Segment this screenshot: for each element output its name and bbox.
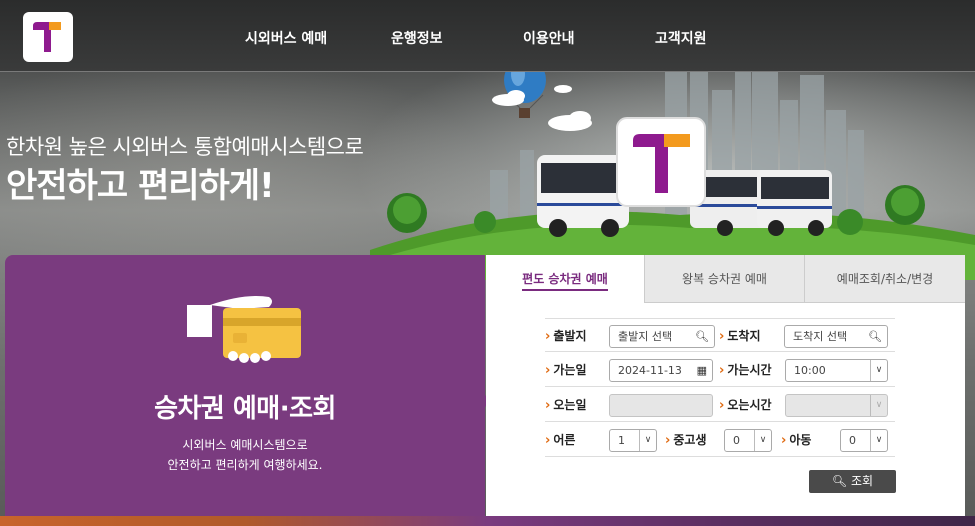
card-title: 승차권 예매·조회 <box>154 394 336 424</box>
logo-icon <box>33 22 61 52</box>
child-label: 아동 <box>781 423 811 457</box>
card-desc-line1: 시외버스 예매시스템으로 <box>182 438 308 452</box>
go-date-label: 가는일 <box>545 353 586 387</box>
return-date-label: 오는일 <box>545 388 586 422</box>
return-time-select[interactable]: ∨ <box>785 394 888 417</box>
arrival-select[interactable]: 도착지 선택 🔍︎ <box>784 325 888 348</box>
search-button-label: 조회 <box>850 474 874 488</box>
form-row-return: 오는일 오는시간 ∨ <box>545 388 895 422</box>
youth-count-value: 0 <box>733 434 740 447</box>
tab-round-trip[interactable]: 왕복 승차권 예매 <box>644 255 804 303</box>
hand-card-icon <box>187 296 301 363</box>
search-button[interactable]: 🔍︎ 조회 <box>809 470 896 493</box>
tab-one-way[interactable]: 편도 승차권 예매 <box>486 255 644 303</box>
form-row-passengers: 어른 1 ∨ 중고생 0 ∨ 아동 0 ∨ <box>545 423 895 457</box>
tab-lookup-cancel[interactable]: 예매조회/취소/변경 <box>804 255 965 303</box>
departure-value: 출발지 선택 <box>618 330 673 343</box>
tmoney-logo[interactable] <box>23 12 73 62</box>
adult-count-select[interactable]: 1 ∨ <box>609 429 657 452</box>
hero-subtitle: 한차원 높은 시외버스 통합예매시스템으로 <box>6 135 364 159</box>
form-row-go: 가는일 2024-11-13 ▦ 가는시간 10:00 ∨ <box>545 353 895 387</box>
return-time-label: 오는시간 <box>719 388 771 422</box>
go-time-value: 10:00 <box>794 364 826 377</box>
departure-label: 출발지 <box>545 319 586 353</box>
adult-count-value: 1 <box>618 434 625 447</box>
chevron-down-icon: ∨ <box>870 430 887 451</box>
chevron-down-icon: ∨ <box>870 395 887 416</box>
go-time-select[interactable]: 10:00 ∨ <box>785 359 888 382</box>
child-count-select[interactable]: 0 ∨ <box>840 429 888 452</box>
chevron-down-icon: ∨ <box>639 430 656 451</box>
search-icon: 🔍︎ <box>831 474 848 488</box>
nav-item-operation-info[interactable]: 운행정보 <box>391 28 443 48</box>
bottom-color-strip <box>0 516 975 526</box>
adult-label: 어른 <box>545 423 575 457</box>
hero-title: 안전하고 편리하게! <box>6 166 275 206</box>
go-date-value: 2024-11-13 <box>618 364 682 377</box>
booking-tabs: 편도 승차권 예매 왕복 승차권 예매 예매조회/취소/변경 <box>486 255 975 303</box>
arrival-value: 도착지 선택 <box>793 330 848 343</box>
tab-lookup-cancel-label: 예매조회/취소/변경 <box>836 272 934 286</box>
top-navigation-bar: 시외버스 예매 운행정보 이용안내 고객지원 <box>0 0 975 72</box>
calendar-icon[interactable]: ▦ <box>697 360 707 381</box>
tab-round-trip-label: 왕복 승차권 예매 <box>682 272 767 286</box>
chevron-down-icon: ∨ <box>870 360 887 381</box>
youth-label: 중고생 <box>665 423 706 457</box>
nav-item-customer-support[interactable]: 고객지원 <box>655 28 707 48</box>
go-time-label: 가는시간 <box>719 353 771 387</box>
nav-item-intercity-booking[interactable]: 시외버스 예매 <box>245 28 327 48</box>
child-count-value: 0 <box>849 434 856 447</box>
departure-select[interactable]: 출발지 선택 🔍︎ <box>609 325 715 348</box>
go-date-input[interactable]: 2024-11-13 ▦ <box>609 359 713 382</box>
tab-one-way-label: 편도 승차권 예매 <box>522 272 608 291</box>
chevron-down-icon: ∨ <box>754 430 771 451</box>
card-description: 시외버스 예매시스템으로 안전하고 편리하게 여행하세요. <box>5 435 485 475</box>
search-icon: 🔍︎ <box>868 330 882 343</box>
card-desc-line2: 안전하고 편리하게 여행하세요. <box>167 458 323 472</box>
arrival-label: 도착지 <box>719 319 760 353</box>
search-icon: 🔍︎ <box>695 330 709 343</box>
nav-item-usage-guide[interactable]: 이용안내 <box>523 28 575 48</box>
return-date-input[interactable] <box>609 394 713 417</box>
youth-count-select[interactable]: 0 ∨ <box>724 429 772 452</box>
form-row-route: 출발지 출발지 선택 🔍︎ 도착지 도착지 선택 🔍︎ <box>545 318 895 352</box>
